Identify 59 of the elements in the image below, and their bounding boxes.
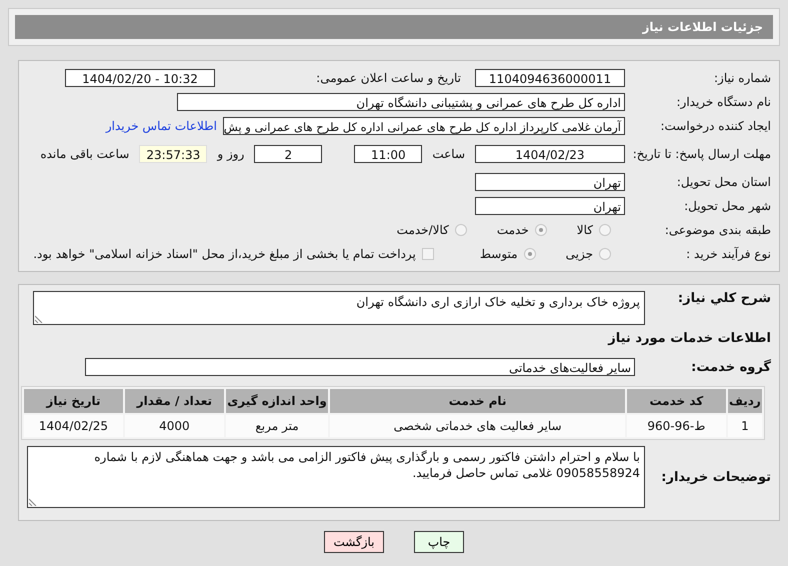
table-cell: ط-96-960 (626, 415, 726, 437)
section-heading: اطلاعات خدمات مورد نیاز (606, 331, 771, 346)
field-label: مهلت ارسال پاسخ: تا تاریخ: (632, 147, 771, 161)
field-label: توضیحات خریدار: (660, 470, 771, 485)
field-label: شهر محل تحویل: (683, 199, 771, 213)
radio-label: متوسط (480, 247, 518, 261)
radio-button[interactable] (534, 224, 547, 236)
column-header: تاریخ نیاز (24, 389, 123, 413)
radio-label: خدمت (496, 223, 529, 237)
table-cell: 4000 (124, 415, 224, 437)
remaining-label: ساعت باقی مانده (40, 147, 130, 161)
days-label: روز و (217, 147, 244, 161)
action-button[interactable]: چاپ (414, 531, 464, 553)
summary-text-area[interactable]: پروژه خاک برداری و تخلیه خاک ارازی اری دانشگاه تهران (33, 291, 645, 325)
field-label: گروه خدمت: (690, 360, 771, 374)
days-field: 2 (254, 145, 322, 163)
time-label: ساعت (432, 147, 465, 161)
column-header: ردیف (728, 389, 762, 413)
buyer-org-field: اداره کل طرح های عمرانی و پشتیبانی دانشگاه تهران (177, 93, 625, 111)
table-cell: 1404/02/25 (24, 415, 123, 437)
field-label: تاریخ و ساعت اعلان عمومی: (315, 71, 462, 85)
radio-label: کالا/خدمت (396, 223, 449, 237)
field-label: ایجاد کننده درخواست: (659, 119, 771, 133)
page-title: جزئیات اطلاعات نیاز (642, 20, 763, 34)
resize-grip-icon (29, 498, 37, 506)
province-field: تهران (475, 173, 625, 191)
requester-field: آرمان غلامی کارپرداز اداره کل طرح های عمرانی اداره کل طرح های عمرانی و پش (223, 117, 625, 135)
column-header: واحد اندازه گیری (226, 389, 328, 413)
radio-button[interactable] (524, 248, 536, 260)
announce-date-field: 1404/02/20 - 10:32 (65, 69, 215, 87)
column-header: نام خدمت (330, 389, 625, 413)
action-button[interactable]: بازگشت (324, 531, 384, 553)
radio-label: کالا (576, 223, 593, 237)
table-cell: سایر فعالیت های خدماتی شخصی (330, 415, 625, 437)
service-group-field: سایر فعالیت‌های خدماتی (85, 358, 635, 376)
column-header: کد خدمت (626, 389, 726, 413)
radio-button[interactable] (454, 224, 467, 236)
field-label: نوع فرآیند خرید : (685, 247, 771, 261)
table-cell: 1 (728, 415, 762, 437)
city-field: تهران (475, 197, 625, 215)
resize-grip-icon (35, 315, 43, 323)
field-label: طبقه بندی موضوعی: (664, 223, 771, 237)
column-header: تعداد / مقدار (124, 389, 224, 413)
table-cell: متر مربع (226, 415, 328, 437)
field-label: نام دستگاه خریدار: (676, 95, 771, 109)
remaining-time-field: 23:57:33 (139, 145, 208, 163)
buyer-contact-link[interactable]: اطلاعات تماس خریدار (106, 119, 217, 133)
radio-button[interactable] (599, 248, 611, 260)
need-number-field: 1104094636000011 (475, 69, 625, 87)
deadline-time-field: 11:00 (354, 145, 422, 163)
radio-button[interactable] (599, 224, 611, 236)
deadline-date-field: 1404/02/23 (475, 145, 625, 163)
checkbox[interactable] (422, 248, 434, 260)
radio-label: جزیی (566, 247, 593, 261)
field-label: شرح کلي نياز: (676, 291, 771, 306)
checkbox-label: پرداخت تمام یا بخشی از مبلغ خرید،از محل "اسناد خزانه اسلامی" خواهد بود. (33, 247, 416, 261)
buyer-notes-text-area[interactable]: با سلام و احترام داشتن فاکتور رسمی و بارگذاری پیش فاکتور الزامی می باشد و جهت هماهنگی لازم با شماره 09058558924 غلامی تماس حاصل فرمایید. (27, 446, 645, 508)
field-label: شماره نیاز: (713, 71, 771, 85)
field-label: استان محل تحویل: (676, 175, 771, 189)
